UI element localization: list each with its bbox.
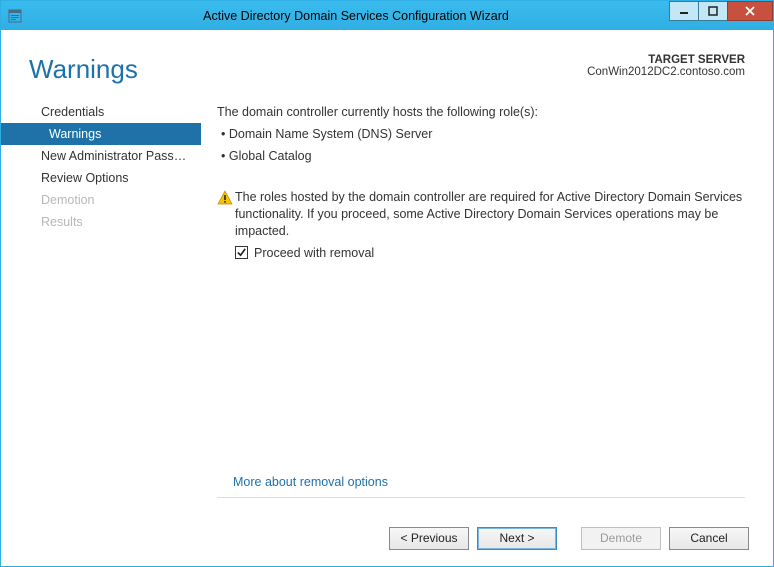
window-title: Active Directory Domain Services Configu…: [29, 9, 773, 23]
roles-intro-text: The domain controller currently hosts th…: [217, 105, 745, 119]
page-title: Warnings: [29, 54, 138, 85]
maximize-button[interactable]: [698, 1, 728, 21]
target-server-label: TARGET SERVER: [587, 54, 745, 66]
wizard-footer: < Previous Next > Demote Cancel: [1, 510, 773, 566]
step-sidebar: Credentials Warnings New Administrator P…: [1, 95, 201, 489]
sidebar-item-results: Results: [1, 211, 201, 233]
previous-button[interactable]: < Previous: [389, 527, 469, 550]
title-bar: Active Directory Domain Services Configu…: [1, 1, 773, 31]
more-about-removal-link[interactable]: More about removal options: [217, 475, 745, 489]
main-panel: The domain controller currently hosts th…: [201, 95, 745, 489]
minimize-button[interactable]: [669, 1, 699, 21]
role-item: Domain Name System (DNS) Server: [221, 127, 745, 141]
next-button[interactable]: Next >: [477, 527, 557, 550]
demote-button: Demote: [581, 527, 661, 550]
sidebar-item-warnings[interactable]: Warnings: [1, 123, 201, 145]
sidebar-item-new-admin-password[interactable]: New Administrator Passw...: [1, 145, 201, 167]
warning-icon: [217, 190, 235, 240]
proceed-checkbox[interactable]: [235, 246, 248, 259]
sidebar-item-review-options[interactable]: Review Options: [1, 167, 201, 189]
target-server-block: TARGET SERVER ConWin2012DC2.contoso.com: [587, 54, 745, 85]
sidebar-item-demotion: Demotion: [1, 189, 201, 211]
sidebar-item-credentials[interactable]: Credentials: [1, 101, 201, 123]
close-button[interactable]: [727, 1, 773, 21]
separator: [217, 497, 745, 498]
app-icon: [1, 8, 29, 24]
role-item: Global Catalog: [221, 149, 745, 163]
warning-text: The roles hosted by the domain controlle…: [235, 189, 745, 240]
proceed-label: Proceed with removal: [254, 246, 374, 260]
target-server-name: ConWin2012DC2.contoso.com: [587, 66, 745, 78]
cancel-button[interactable]: Cancel: [669, 527, 749, 550]
